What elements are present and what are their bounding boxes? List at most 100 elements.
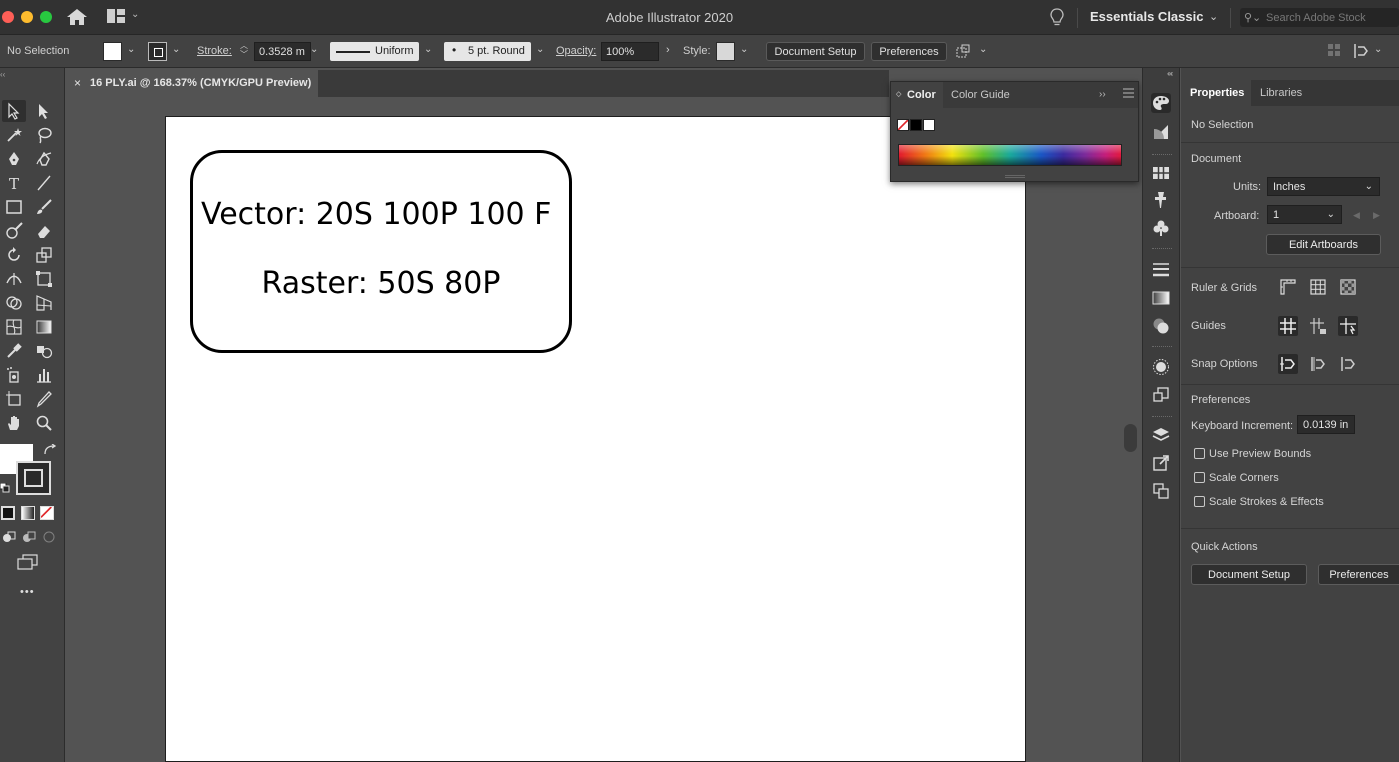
use-preview-bounds-checkbox[interactable] xyxy=(1194,448,1205,459)
appearance-icon[interactable] xyxy=(1151,357,1171,377)
snap-to-glyph-icon[interactable] xyxy=(1308,354,1328,374)
rectangle-tool-icon[interactable] xyxy=(2,196,26,218)
draw-inside-icon[interactable] xyxy=(42,530,56,544)
artboard-tool-icon[interactable] xyxy=(2,388,26,410)
quick-document-setup-button[interactable]: Document Setup xyxy=(1191,564,1307,585)
direct-selection-tool-icon[interactable] xyxy=(32,100,56,122)
stock-search[interactable]: ⚲⌄ xyxy=(1240,8,1399,27)
shaper-tool-icon[interactable] xyxy=(2,220,26,242)
brush-definition[interactable]: • 5 pt. Round xyxy=(444,42,531,61)
workspace-switcher[interactable]: Essentials Classic xyxy=(1090,9,1203,24)
stroke-label[interactable]: Stroke: xyxy=(197,45,232,57)
draw-normal-icon[interactable] xyxy=(2,530,16,544)
gradient-panel-icon[interactable] xyxy=(1151,288,1171,308)
graphic-style-swatch[interactable] xyxy=(716,42,735,61)
type-tool-icon[interactable]: T xyxy=(2,172,26,194)
lasso-tool-icon[interactable] xyxy=(32,124,56,146)
chevron-right-icon[interactable]: › xyxy=(666,44,670,56)
perspective-grid-tool-icon[interactable] xyxy=(32,292,56,314)
next-artboard-icon[interactable]: ▶ xyxy=(1373,210,1380,221)
symbols-icon[interactable] xyxy=(1151,218,1171,238)
chevron-down-icon[interactable]: ⌄ xyxy=(740,44,748,55)
chevron-down-icon[interactable]: ⌄ xyxy=(1374,44,1382,55)
shape-builder-tool-icon[interactable] xyxy=(2,292,26,314)
line-segment-tool-icon[interactable] xyxy=(32,172,56,194)
none-swatch[interactable] xyxy=(897,119,909,131)
slice-tool-icon[interactable] xyxy=(32,388,56,410)
default-fill-stroke-icon[interactable] xyxy=(0,482,10,493)
stroke-panel-icon[interactable] xyxy=(1151,260,1171,280)
lightbulb-icon[interactable] xyxy=(1050,8,1064,26)
black-swatch[interactable] xyxy=(910,119,922,131)
stroke-weight-field[interactable]: 0.3528 m xyxy=(254,42,311,61)
opacity-field[interactable]: 100% xyxy=(601,42,659,61)
scale-corners-checkbox[interactable] xyxy=(1194,472,1205,483)
color-panel-icon[interactable] xyxy=(1151,93,1171,113)
chevron-down-icon[interactable]: ⌄ xyxy=(310,44,318,55)
scale-strokes-checkbox[interactable] xyxy=(1194,496,1205,507)
selection-tool-icon[interactable] xyxy=(2,100,26,122)
collapse-icon[interactable]: ‹‹ xyxy=(0,70,5,79)
paintbrush-tool-icon[interactable] xyxy=(32,196,56,218)
artwork-text-vector[interactable]: Vector: 20S 100P 100 F xyxy=(201,197,577,232)
tab-color-guide[interactable]: Color Guide xyxy=(951,89,1010,101)
free-transform-tool-icon[interactable] xyxy=(32,268,56,290)
close-icon[interactable]: × xyxy=(74,76,81,90)
smart-guides-icon[interactable] xyxy=(1338,316,1358,336)
screen-mode-icon[interactable] xyxy=(17,554,39,570)
rotate-tool-icon[interactable] xyxy=(2,244,26,266)
artboard-select[interactable]: 1 ⌄ xyxy=(1267,205,1342,224)
previous-artboard-icon[interactable]: ◀ xyxy=(1353,210,1360,221)
resize-handle[interactable] xyxy=(1005,175,1025,178)
color-spectrum[interactable] xyxy=(898,144,1122,166)
column-graph-tool-icon[interactable] xyxy=(32,364,56,386)
vertical-scrollbar-thumb[interactable] xyxy=(1124,424,1137,452)
align-icon[interactable] xyxy=(1328,44,1340,56)
white-swatch[interactable] xyxy=(923,119,935,131)
tab-properties[interactable]: Properties xyxy=(1181,80,1251,106)
transparency-grid-icon[interactable] xyxy=(1338,277,1358,297)
chevron-down-icon[interactable]: ⌄ xyxy=(1209,10,1218,23)
stepper-icon[interactable]: ︿ ﹀ xyxy=(240,41,248,59)
chevron-down-icon[interactable]: ⌄ xyxy=(172,44,180,55)
export-icon[interactable] xyxy=(1151,453,1171,473)
artboards-icon[interactable] xyxy=(1151,481,1171,501)
none-mode-icon[interactable] xyxy=(40,506,54,520)
snap-to-pixel-icon[interactable] xyxy=(1338,354,1358,374)
quick-preferences-button[interactable]: Preferences xyxy=(1318,564,1399,585)
tab-libraries[interactable]: Libraries xyxy=(1260,87,1302,99)
edit-toolbar-icon[interactable]: ••• xyxy=(20,586,35,598)
swap-fill-stroke-icon[interactable] xyxy=(43,443,57,456)
hand-tool-icon[interactable] xyxy=(2,412,26,434)
mesh-tool-icon[interactable] xyxy=(2,316,26,338)
symbol-sprayer-tool-icon[interactable] xyxy=(2,364,26,386)
collapse-icon[interactable]: ‹‹ xyxy=(1168,69,1173,78)
document-setup-button[interactable]: Document Setup xyxy=(766,42,865,61)
draw-behind-icon[interactable] xyxy=(22,530,36,544)
color-mode-icon[interactable] xyxy=(1,506,15,520)
scale-tool-icon[interactable] xyxy=(32,244,56,266)
magic-wand-tool-icon[interactable] xyxy=(2,124,26,146)
chevron-down-icon[interactable]: ⌄ xyxy=(979,44,987,55)
stroke-swatch[interactable] xyxy=(148,42,167,61)
edit-artboards-button[interactable]: Edit Artboards xyxy=(1266,234,1381,255)
zoom-tool-icon[interactable] xyxy=(32,412,56,434)
lock-guides-icon[interactable] xyxy=(1308,316,1328,336)
stock-search-input[interactable] xyxy=(1266,10,1396,25)
grid-icon[interactable] xyxy=(1308,277,1328,297)
gradient-tool-icon[interactable] xyxy=(32,316,56,338)
opacity-label[interactable]: Opacity: xyxy=(556,45,596,57)
swatches-icon[interactable] xyxy=(1151,163,1171,183)
tab-color[interactable]: ◇ Color xyxy=(891,82,943,108)
layers-icon[interactable] xyxy=(1151,425,1171,445)
eraser-tool-icon[interactable] xyxy=(32,220,56,242)
color-guide-icon[interactable] xyxy=(1151,122,1171,142)
brushes-icon[interactable] xyxy=(1151,190,1171,210)
chevron-down-icon[interactable]: ⌄ xyxy=(424,44,432,55)
variable-width-profile[interactable]: Uniform xyxy=(330,42,419,61)
chevron-down-icon[interactable]: ⌄ xyxy=(127,44,135,55)
preferences-button[interactable]: Preferences xyxy=(871,42,947,61)
artwork-text-raster[interactable]: Raster: 50S 80P xyxy=(193,266,569,301)
units-select[interactable]: Inches ⌄ xyxy=(1267,177,1380,196)
width-tool-icon[interactable] xyxy=(2,268,26,290)
